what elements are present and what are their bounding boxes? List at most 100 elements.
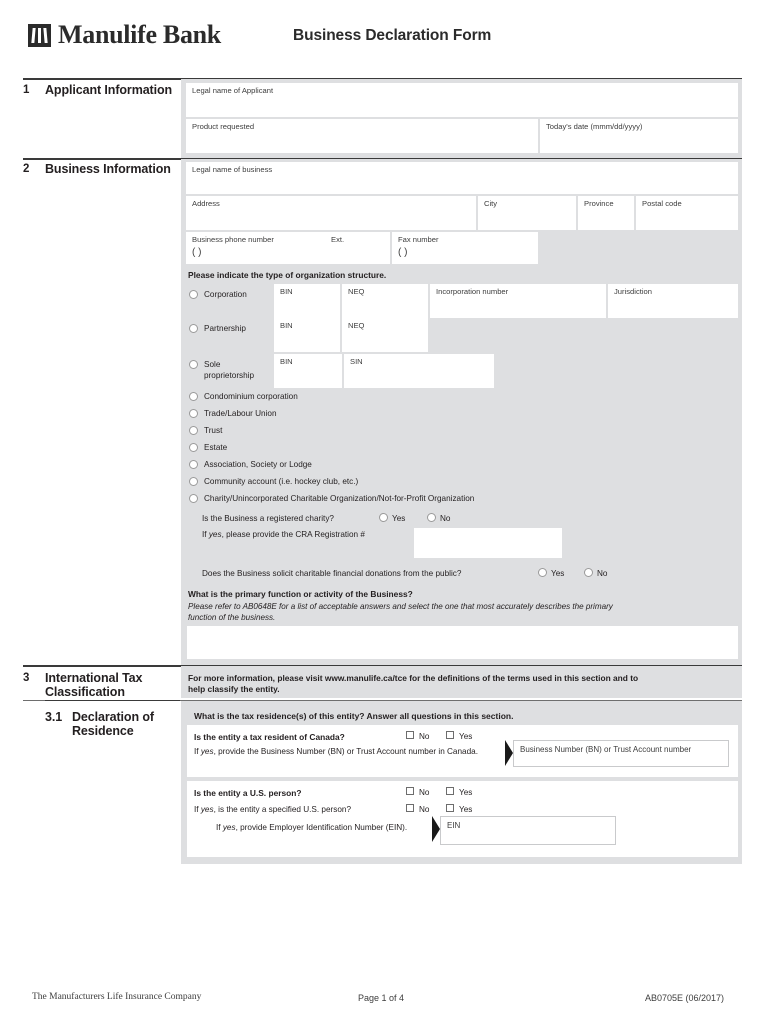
sole-bin-field[interactable]: BIN xyxy=(274,354,342,388)
label-canada-no: No xyxy=(419,732,430,741)
specified-us-pre: If xyxy=(194,805,201,814)
province-field[interactable]: Province xyxy=(578,196,634,230)
label-estate: Estate xyxy=(204,443,228,452)
section-2-title: Business Information xyxy=(45,162,171,176)
section-3-1-heading: What is the tax residence(s) of this ent… xyxy=(194,711,514,721)
partnership-neq-field[interactable]: NEQ xyxy=(342,318,428,352)
partnership-bin-field[interactable]: BIN xyxy=(274,318,340,352)
section-3-1-title-line2: Residence xyxy=(72,724,134,738)
business-number-input[interactable]: Business Number (BN) or Trust Account nu… xyxy=(513,740,729,767)
legal-name-applicant-field[interactable]: Legal name of Applicant xyxy=(186,83,738,117)
label-trade-labour-union: Trade/Labour Union xyxy=(204,409,277,418)
incorporation-number-field[interactable]: Incorporation number xyxy=(430,284,606,318)
label-specified-us-yes: Yes xyxy=(459,805,473,814)
ein-note-pre: If xyxy=(216,823,223,832)
footer-company: The Manufacturers Life Insurance Company xyxy=(32,992,202,1002)
radio-registered-charity-yes[interactable] xyxy=(379,513,388,522)
label-corporation: Corporation xyxy=(204,290,247,299)
section-2-number: 2 xyxy=(23,163,30,175)
fax-number-paren: ( ) xyxy=(398,247,408,258)
question-registered-charity: Is the Business a registered charity? xyxy=(202,514,334,523)
ein-input[interactable]: EIN xyxy=(440,816,616,845)
radio-association-society-lodge[interactable] xyxy=(189,460,198,469)
sole-bin-label: BIN xyxy=(280,357,293,366)
business-phone-field[interactable]: Business phone number Ext. ( ) xyxy=(186,232,390,264)
radio-sole-proprietorship[interactable] xyxy=(189,360,198,369)
label-solicit-donations-no: No xyxy=(597,569,608,578)
corporation-bin-label: BIN xyxy=(280,287,293,296)
fax-number-field[interactable]: Fax number ( ) xyxy=(392,232,538,264)
postal-code-field[interactable]: Postal code xyxy=(636,196,738,230)
radio-solicit-donations-yes[interactable] xyxy=(538,568,547,577)
radio-registered-charity-no[interactable] xyxy=(427,513,436,522)
ein-note-emphasis: yes xyxy=(222,823,236,832)
province-label: Province xyxy=(584,199,614,208)
manulife-logo-mark-icon xyxy=(28,23,51,47)
product-requested-label: Product requested xyxy=(192,122,255,131)
radio-community-account[interactable] xyxy=(189,477,198,486)
primary-function-input[interactable] xyxy=(187,626,738,659)
todays-date-label: Today's date (mmm/dd/yyyy) xyxy=(546,122,643,131)
label-partnership: Partnership xyxy=(204,324,246,333)
checkbox-canada-yes[interactable] xyxy=(446,731,454,739)
radio-trade-labour-union[interactable] xyxy=(189,409,198,418)
question-us-person: Is the entity a U.S. person? xyxy=(194,788,302,798)
label-canada-yes: Yes xyxy=(459,732,473,741)
question-specified-us-person: If yes, is the entity a specified U.S. p… xyxy=(194,805,351,814)
canada-note-pre: If xyxy=(194,747,201,756)
product-requested-field[interactable]: Product requested xyxy=(186,119,538,153)
label-association-society-lodge: Association, Society or Lodge xyxy=(204,460,312,469)
address-label: Address xyxy=(192,199,220,208)
section-3-1-number: 3.1 xyxy=(45,710,63,724)
jurisdiction-field[interactable]: Jurisdiction xyxy=(608,284,738,318)
section-3-intro-line2: help classify the entity. xyxy=(188,684,280,694)
radio-trust[interactable] xyxy=(189,426,198,435)
label-registered-charity-yes: Yes xyxy=(392,514,406,523)
section-3-1-title-line1: Declaration of xyxy=(72,710,154,724)
incorporation-number-label: Incorporation number xyxy=(436,287,509,296)
label-sole-proprietorship-line2: proprietorship xyxy=(204,371,255,380)
org-structure-prompt: Please indicate the type of organization… xyxy=(188,270,387,280)
canada-bn-note: If yes, provide the Business Number (BN)… xyxy=(194,747,478,756)
partnership-neq-label: NEQ xyxy=(348,321,365,330)
business-phone-paren: ( ) xyxy=(192,247,202,258)
page-header: Manulife Bank Business Declaration Form xyxy=(0,22,770,70)
brand-logo: Manulife Bank xyxy=(28,22,221,48)
sole-sin-field[interactable]: SIN xyxy=(344,354,494,388)
corporation-neq-field[interactable]: NEQ xyxy=(342,284,428,318)
radio-corporation[interactable] xyxy=(189,290,198,299)
section-3-title-line1: International Tax xyxy=(45,671,143,685)
radio-solicit-donations-no[interactable] xyxy=(584,568,593,577)
question-tax-resident-canada: Is the entity a tax resident of Canada? xyxy=(194,732,345,742)
label-condominium-corporation: Condominium corporation xyxy=(204,392,298,401)
label-sole-proprietorship-line1: Sole xyxy=(204,360,221,369)
city-field[interactable]: City xyxy=(478,196,576,230)
question-primary-function: What is the primary function or activity… xyxy=(188,589,413,599)
todays-date-field[interactable]: Today's date (mmm/dd/yyyy) xyxy=(540,119,738,153)
checkbox-us-person-yes[interactable] xyxy=(446,787,454,795)
cra-note-emphasis: yes xyxy=(208,530,222,539)
corporation-bin-field[interactable]: BIN xyxy=(274,284,340,318)
section-1-number: 1 xyxy=(23,84,30,96)
label-registered-charity-no: No xyxy=(440,514,451,523)
corporation-neq-label: NEQ xyxy=(348,287,365,296)
footer-page-number: Page 1 of 4 xyxy=(358,993,405,1003)
cra-registration-number-field[interactable] xyxy=(414,528,562,558)
ein-note: If yes, provide Employer Identification … xyxy=(216,823,407,832)
legal-name-business-field[interactable]: Legal name of business xyxy=(186,162,738,194)
checkbox-canada-no[interactable] xyxy=(406,731,414,739)
brand-name: Manulife Bank xyxy=(58,20,221,49)
checkbox-specified-us-no[interactable] xyxy=(406,804,414,812)
primary-function-note-line2: function of the business. xyxy=(188,613,276,622)
radio-condominium-corporation[interactable] xyxy=(189,392,198,401)
radio-estate[interactable] xyxy=(189,443,198,452)
checkbox-us-person-no[interactable] xyxy=(406,787,414,795)
label-us-person-no: No xyxy=(419,788,430,797)
radio-charity-organization[interactable] xyxy=(189,494,198,503)
ein-note-post: , provide Employer Identification Number… xyxy=(235,823,408,832)
specified-us-emphasis: yes xyxy=(200,805,214,814)
address-field[interactable]: Address xyxy=(186,196,476,230)
radio-partnership[interactable] xyxy=(189,324,198,333)
pointer-arrow-ein-icon xyxy=(432,816,440,842)
checkbox-specified-us-yes[interactable] xyxy=(446,804,454,812)
